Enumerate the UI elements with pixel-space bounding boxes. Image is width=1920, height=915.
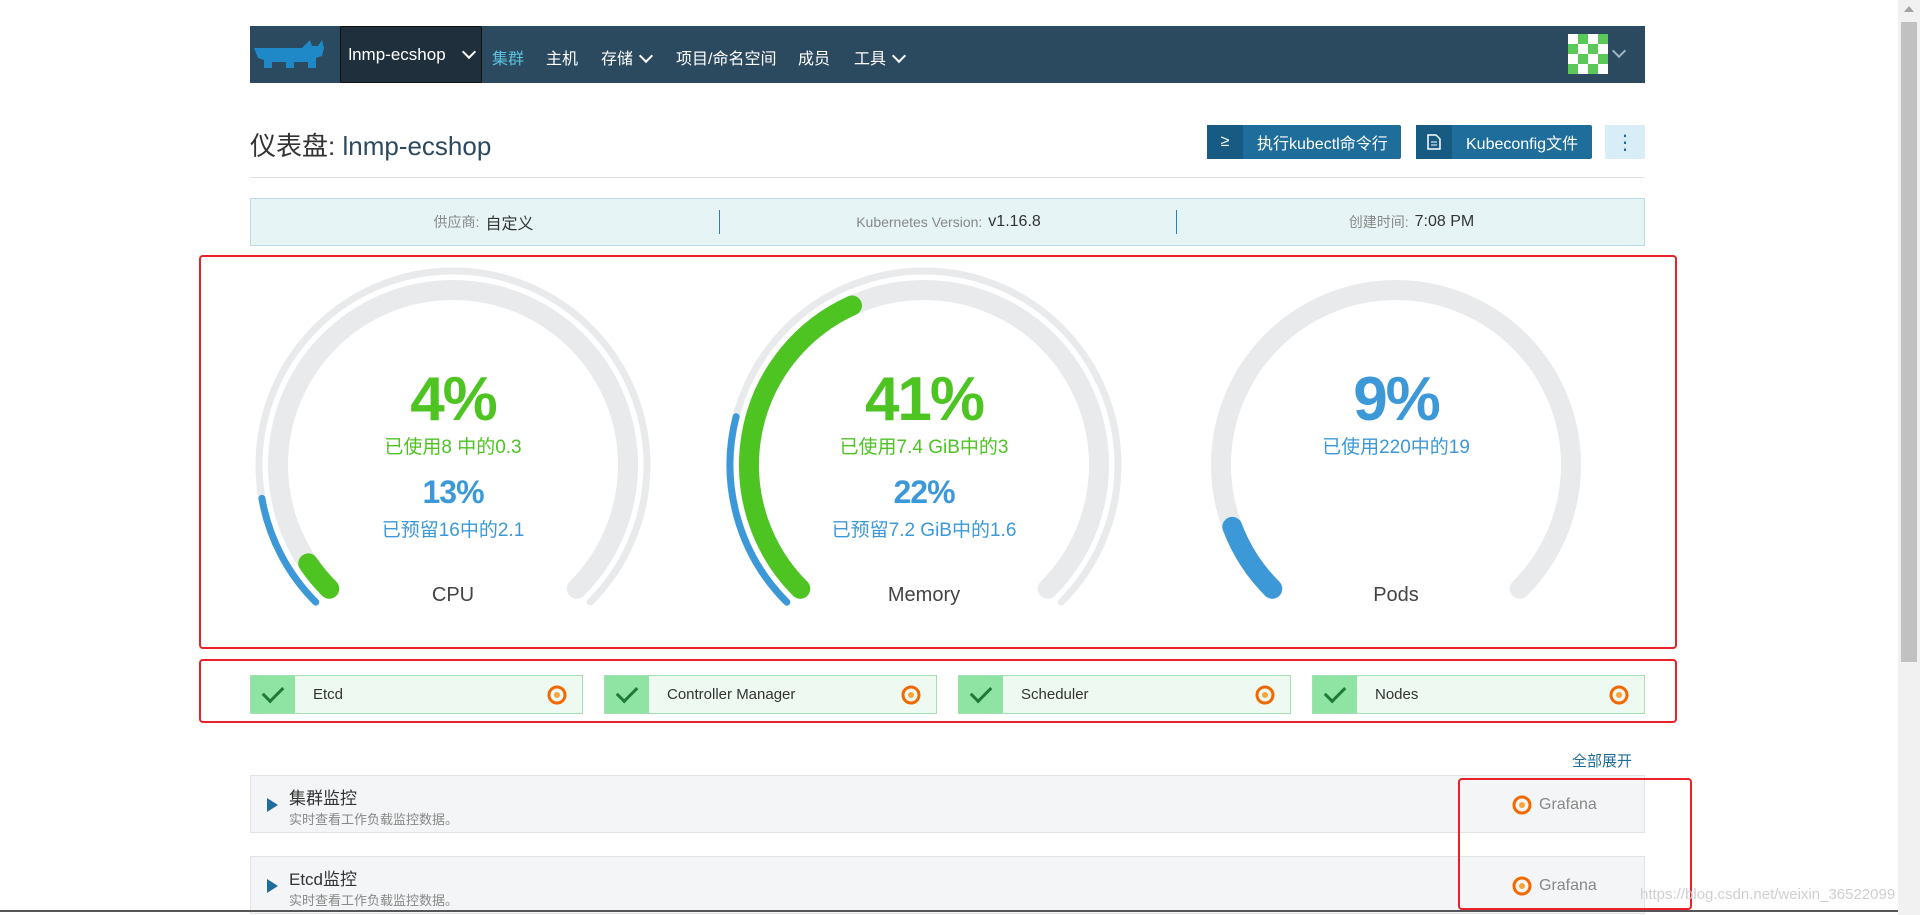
memory-used-text: 已使用7.4 GiB中的3 bbox=[839, 437, 1009, 458]
expand-all-link[interactable]: 全部展开 bbox=[1572, 750, 1632, 771]
etcd-monitoring-panel[interactable]: Etcd监控 实时查看工作负载监控数据。 Grafana bbox=[250, 856, 1645, 914]
component-label: Nodes bbox=[1375, 686, 1419, 703]
pods-used-percent: 9% bbox=[1353, 365, 1441, 434]
grafana-icon[interactable] bbox=[546, 684, 568, 706]
check-icon bbox=[251, 676, 295, 713]
component-label: Scheduler bbox=[1021, 686, 1089, 703]
component-nodes[interactable]: Nodes bbox=[1312, 675, 1645, 714]
component-controller-manager[interactable]: Controller Manager bbox=[604, 675, 937, 714]
component-scheduler[interactable]: Scheduler bbox=[958, 675, 1291, 714]
grafana-icon[interactable] bbox=[1608, 684, 1630, 706]
cpu-gauge-label: CPU bbox=[431, 584, 475, 606]
grafana-icon[interactable] bbox=[900, 684, 922, 706]
check-icon bbox=[605, 676, 649, 713]
cpu-reserved-text: 已预留16中的2.1 bbox=[381, 520, 525, 541]
check-icon bbox=[959, 676, 1003, 713]
scroll-up-icon[interactable] bbox=[1904, 6, 1914, 12]
check-icon bbox=[1313, 676, 1357, 713]
cpu-used-arc bbox=[298, 553, 340, 599]
memory-reserved-text: 已预留7.2 GiB中的1.6 bbox=[831, 520, 1017, 541]
component-label: Etcd bbox=[313, 686, 344, 703]
scrollbar-thumb[interactable] bbox=[1901, 22, 1917, 662]
page-scrollbar[interactable] bbox=[1898, 0, 1920, 915]
panel-description: 实时查看工作负载监控数据。 bbox=[289, 812, 459, 827]
cpu-reserved-percent: 13% bbox=[422, 474, 484, 510]
cpu-used-percent: 4% bbox=[410, 365, 498, 434]
memory-used-percent: 41% bbox=[864, 365, 985, 434]
panel-description: 实时查看工作负载监控数据。 bbox=[289, 893, 459, 908]
cluster-monitoring-panel[interactable]: 集群监控 实时查看工作负载监控数据。 Grafana bbox=[250, 775, 1645, 833]
grafana-icon[interactable] bbox=[1254, 684, 1276, 706]
divider bbox=[0, 910, 1898, 912]
pods-gauge-label: Pods bbox=[1373, 584, 1419, 606]
memory-reserved-percent: 22% bbox=[893, 474, 955, 510]
expand-triangle-icon[interactable] bbox=[267, 798, 278, 812]
pods-used-text: 已使用220中的19 bbox=[1322, 437, 1470, 458]
cpu-used-text: 已使用8 中的0.3 bbox=[384, 437, 522, 458]
watermark: https://blog.csdn.net/weixin_36522099 bbox=[1640, 886, 1896, 903]
pods-used-arc bbox=[1222, 516, 1283, 599]
panel-title: Etcd监控 bbox=[289, 870, 358, 889]
component-label: Controller Manager bbox=[667, 686, 796, 703]
memory-gauge-label: Memory bbox=[887, 584, 961, 606]
expand-triangle-icon[interactable] bbox=[267, 879, 278, 893]
component-etcd[interactable]: Etcd bbox=[250, 675, 583, 714]
panel-title: 集群监控 bbox=[289, 789, 357, 808]
